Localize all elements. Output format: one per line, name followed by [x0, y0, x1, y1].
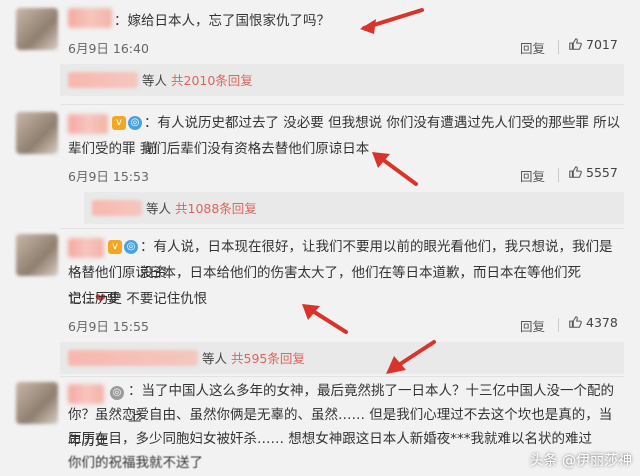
reply-who: 等人	[142, 73, 168, 88]
username-blurred[interactable]	[68, 114, 108, 134]
divider	[60, 104, 624, 105]
divider	[558, 168, 559, 182]
comment-time: 15:55	[112, 319, 149, 334]
comment-time: 15:53	[112, 169, 149, 184]
reply-button[interactable]: 回复	[520, 166, 545, 185]
divider	[60, 228, 624, 229]
like-button[interactable]: 4378	[568, 315, 618, 330]
thumbs-up-icon	[569, 38, 582, 50]
like-button[interactable]: 5557	[568, 165, 618, 180]
comment-date: 6月9日	[68, 41, 109, 56]
reply-users-blurred	[68, 350, 198, 366]
comment-text: 辈们受的罪 我们后辈们没有资格去替他们原谅日本	[68, 141, 370, 157]
reply-summary-text: 等人 共1088条回复	[146, 198, 257, 217]
red-arrow-icon	[372, 152, 418, 186]
username-blurred[interactable]	[68, 384, 104, 404]
like-button[interactable]: 7017	[568, 37, 618, 52]
level-badge-icon: ◎	[124, 240, 138, 254]
comment-time: 16:40	[112, 41, 149, 56]
like-count: 5557	[586, 165, 618, 180]
red-arrow-icon	[360, 8, 424, 34]
comment-date: 6月9日	[68, 319, 109, 334]
avatar[interactable]	[16, 112, 58, 154]
reply-count[interactable]: 共2010条回复	[171, 73, 253, 88]
divider	[558, 318, 559, 332]
reply-users-blurred	[68, 72, 138, 88]
like-count: 4378	[586, 315, 618, 330]
red-arrow-icon	[386, 340, 436, 374]
comment-timestamp: 6月9日 15:55	[68, 316, 149, 335]
avatar[interactable]	[16, 382, 58, 424]
like-count: 7017	[586, 37, 618, 52]
reply-count[interactable]: 共1088条回复	[175, 201, 257, 216]
comment-date: 6月9日	[68, 169, 109, 184]
reply-who: 等人	[146, 201, 172, 216]
comment-timestamp: 6月9日 16:40	[68, 38, 149, 57]
reply-button[interactable]: 回复	[520, 316, 545, 335]
thumbs-up-icon	[569, 166, 582, 178]
watermark: 头条 @伊丽莎神	[529, 453, 632, 469]
divider	[558, 40, 559, 54]
avatar[interactable]	[16, 8, 58, 50]
level-badge-icon: ◎	[110, 386, 124, 400]
username-blurred[interactable]	[68, 8, 112, 28]
reply-button[interactable]: 回复	[520, 38, 545, 57]
avatar[interactable]	[16, 234, 58, 276]
reply-summary[interactable]: 等人 共595条回复	[60, 342, 624, 374]
verified-badge-icon: v	[112, 116, 126, 130]
reply-summary[interactable]: 等人 共1088条回复	[84, 192, 624, 224]
reply-summary-text: 等人 共595条回复	[202, 348, 305, 367]
divider	[60, 376, 624, 377]
reply-who: 等人	[202, 351, 228, 366]
reply-summary[interactable]: 等人 共2010条回复	[60, 64, 624, 96]
reply-summary-text: 等人 共2010条回复	[142, 70, 253, 89]
username-blurred[interactable]	[68, 238, 104, 258]
comment-timestamp: 6月9日 15:53	[68, 166, 149, 185]
reply-count[interactable]: 共595条回复	[231, 351, 305, 366]
red-arrow-icon	[302, 304, 348, 334]
level-badge-icon: ◎	[128, 116, 142, 130]
verified-badge-icon: v	[108, 240, 122, 254]
reply-users-blurred	[92, 200, 142, 216]
comment-text: 历历在目，多少同胞妇女被奸杀…… 想想女神跟这日本人新婚夜***我就难以名状的难…	[68, 431, 593, 447]
thumbs-up-icon	[569, 316, 582, 328]
